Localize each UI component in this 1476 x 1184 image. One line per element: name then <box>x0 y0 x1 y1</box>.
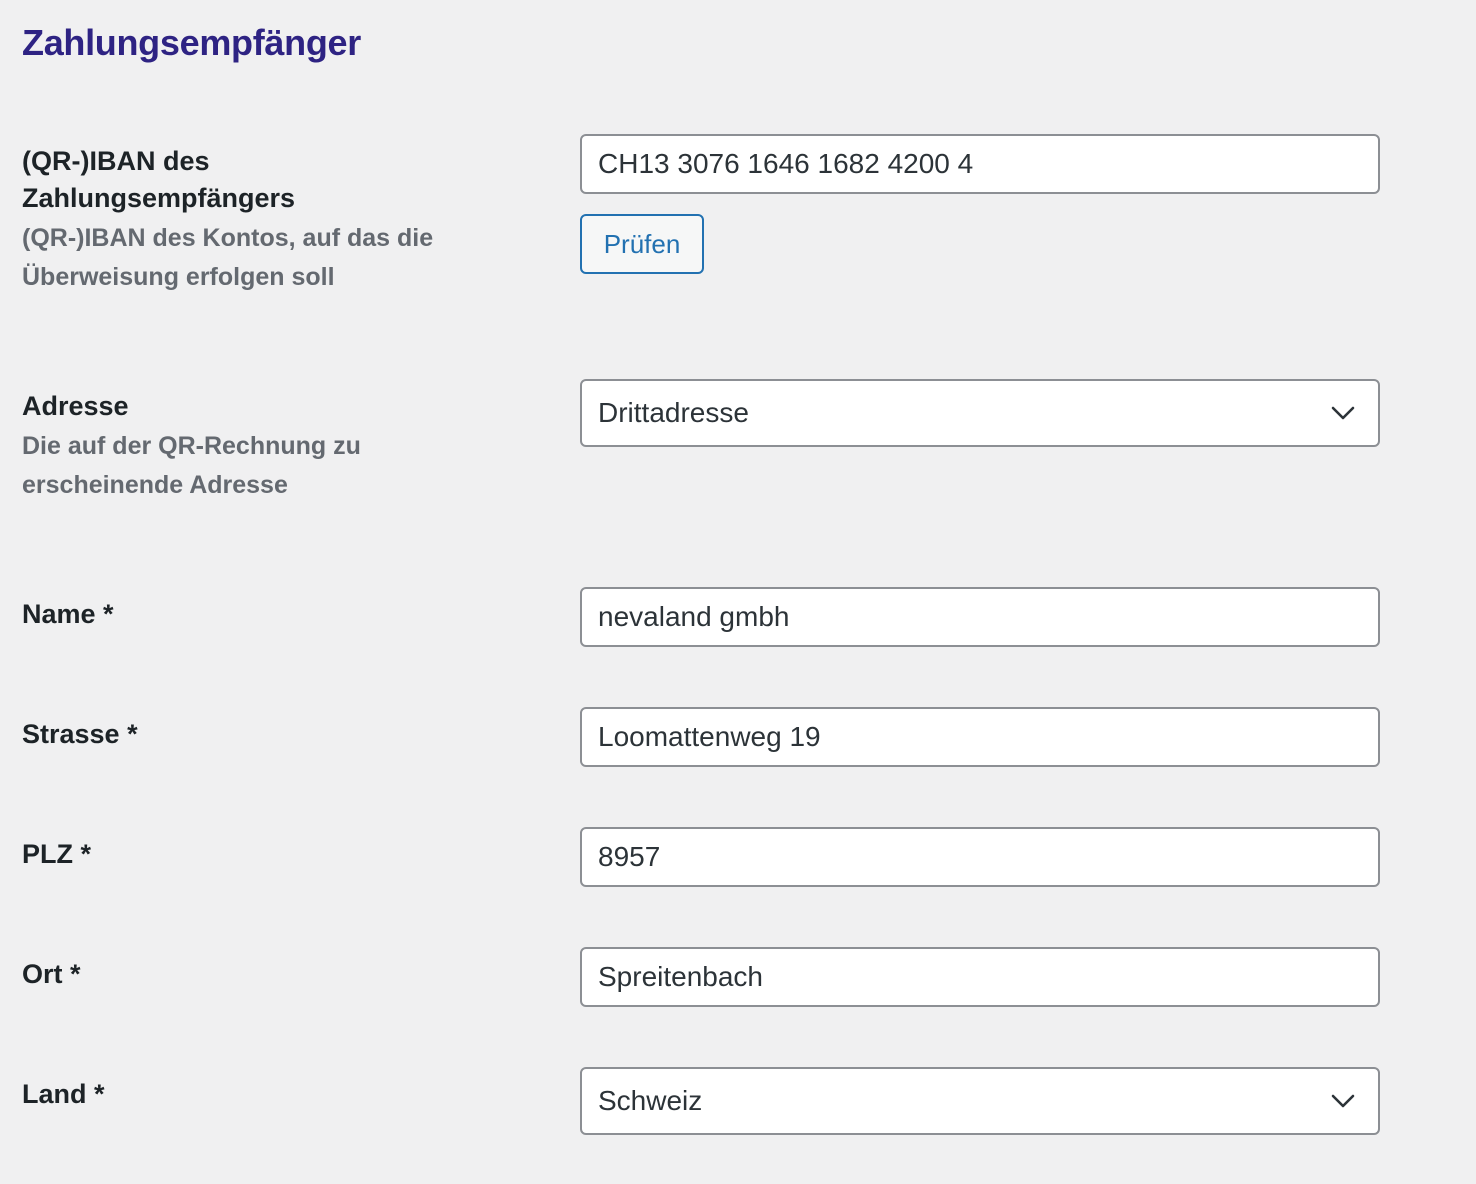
city-label: Ort * <box>22 959 81 989</box>
iban-description: (QR-)IBAN des Kontos, auf das die Überwe… <box>22 219 522 297</box>
address-description: Die auf der QR-Rechnung zu erscheinende … <box>22 427 522 505</box>
country-select[interactable]: Schweiz <box>580 1067 1380 1135</box>
iban-label-line1: (QR-)IBAN des <box>22 146 210 176</box>
zip-label-block: PLZ * <box>22 836 522 873</box>
iban-input-value: CH13 3076 1646 1682 4200 4 <box>598 148 974 179</box>
address-label-block: Adresse Die auf der QR-Rechnung zu ersch… <box>22 388 522 505</box>
country-label: Land * <box>22 1079 105 1109</box>
iban-label-block: (QR-)IBAN des Zahlungsempfängers (QR-)IB… <box>22 143 522 297</box>
name-label: Name * <box>22 599 114 629</box>
country-label-block: Land * <box>22 1076 522 1113</box>
section-title: Zahlungsempfänger <box>22 22 361 63</box>
name-label-block: Name * <box>22 596 522 633</box>
street-label: Strasse * <box>22 719 138 749</box>
zip-input[interactable]: 8957 <box>580 827 1380 887</box>
street-label-block: Strasse * <box>22 716 522 753</box>
address-select-value: Drittadresse <box>598 397 749 428</box>
address-desc-line1: Die auf der QR-Rechnung zu <box>22 432 361 460</box>
address-label: Adresse <box>22 391 129 421</box>
name-input[interactable]: nevaland gmbh <box>580 587 1380 647</box>
city-input[interactable]: Spreitenbach <box>580 947 1380 1007</box>
chevron-down-icon <box>1330 400 1356 426</box>
street-input[interactable]: Loomattenweg 19 <box>580 707 1380 767</box>
address-select[interactable]: Drittadresse <box>580 379 1380 447</box>
street-input-value: Loomattenweg 19 <box>598 721 821 752</box>
country-select-value: Schweiz <box>598 1085 703 1116</box>
city-input-value: Spreitenbach <box>598 961 764 992</box>
iban-label-line2: Zahlungsempfängers <box>22 183 296 213</box>
zip-label: PLZ * <box>22 839 92 869</box>
iban-desc-line2: Überweisung erfolgen soll <box>22 263 335 291</box>
zip-input-value: 8957 <box>598 841 661 872</box>
check-iban-button[interactable]: Prüfen <box>580 214 704 274</box>
city-label-block: Ort * <box>22 956 522 993</box>
iban-label: (QR-)IBAN des Zahlungsempfängers <box>22 143 522 217</box>
name-input-value: nevaland gmbh <box>598 601 790 632</box>
iban-input[interactable]: CH13 3076 1646 1682 4200 4 <box>580 134 1380 194</box>
address-desc-line2: erscheinende Adresse <box>22 471 288 499</box>
chevron-down-icon <box>1330 1088 1356 1114</box>
iban-desc-line1: (QR-)IBAN des Kontos, auf das die <box>22 224 434 252</box>
